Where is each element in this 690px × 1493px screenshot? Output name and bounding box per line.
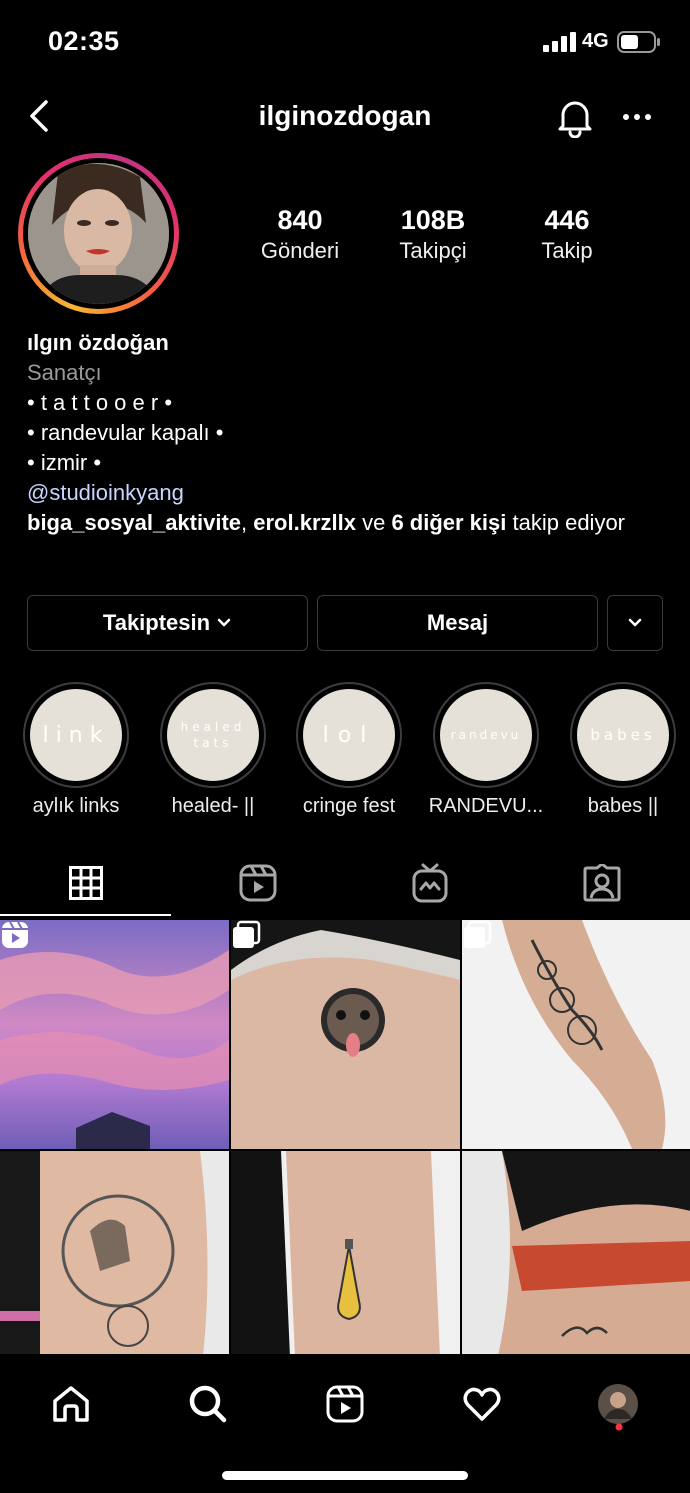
highlight-caption: healed- ||: [171, 795, 255, 817]
stat-label: Takip: [541, 238, 593, 263]
message-button[interactable]: Mesaj: [317, 595, 598, 651]
followed-by-text[interactable]: biga_sosyal_aktivite, erol.krzllx ve 6 d…: [27, 508, 667, 538]
tab-reels[interactable]: [172, 848, 344, 918]
chevron-down-icon: [217, 618, 231, 627]
nav-home[interactable]: [41, 1374, 101, 1434]
post-image-bottle-tattoo: [231, 1151, 460, 1380]
notification-dot: [615, 1423, 623, 1431]
grid-icon: [69, 866, 103, 900]
post-thumbnail[interactable]: [0, 1151, 229, 1380]
highlight-cover-text: babes: [590, 726, 656, 744]
profile-header: ilginozdogan: [0, 90, 690, 146]
highlight-cover-text: randevu: [450, 728, 522, 742]
post-image-deer-tattoo: [0, 1151, 229, 1380]
post-thumbnail[interactable]: [0, 920, 229, 1149]
stat-value: 840: [277, 205, 323, 235]
highlight-cover: link: [30, 689, 122, 781]
bio-line: • izmir •: [27, 450, 102, 475]
stat-value: 446: [544, 205, 590, 235]
bio-mention-link[interactable]: @studioinkyang: [27, 478, 667, 508]
highlight-cover-text: lol: [322, 722, 376, 748]
stat-label: Gönderi: [260, 238, 340, 263]
home-indicator: [222, 1471, 468, 1480]
reels-icon: [2, 921, 28, 948]
profile-bio: ılgın özdoğan Sanatçı • t a t t o o e r …: [27, 328, 667, 538]
post-image-pug-tattoo: [231, 920, 460, 1149]
tab-igtv[interactable]: [344, 848, 516, 918]
highlight-caption: aylık links: [32, 795, 120, 817]
followed-suffix: takip ediyor: [506, 510, 626, 535]
highlight-caption: babes ||: [587, 795, 659, 817]
stat-following[interactable]: 446 Takip: [502, 204, 632, 266]
tab-tagged[interactable]: [516, 848, 688, 918]
reels-icon: [239, 864, 277, 902]
following-button[interactable]: Takiptesin: [27, 595, 308, 651]
nav-search[interactable]: [178, 1374, 238, 1434]
bio-line: • randevular kapalı •: [27, 420, 224, 445]
highlight-item[interactable]: healed tats healed- ||: [160, 682, 266, 817]
network-type: 4G: [582, 30, 609, 52]
highlight-caption: RANDEVU...: [428, 795, 544, 817]
highlight-item[interactable]: link aylık links: [23, 682, 129, 817]
highlight-item[interactable]: lol cringe fest: [296, 682, 402, 817]
signal-icon: [543, 32, 576, 52]
active-tab-indicator: [0, 914, 171, 916]
post-image-floral-tattoo: [462, 920, 690, 1149]
heart-icon: [463, 1387, 501, 1421]
separator: ,: [241, 510, 254, 535]
highlight-cover: healed tats: [167, 689, 259, 781]
nav-reels[interactable]: [315, 1374, 375, 1434]
highlight-item[interactable]: babes babes ||: [570, 682, 676, 817]
more-horizontal-icon[interactable]: [618, 102, 656, 132]
post-thumbnail[interactable]: [231, 1151, 460, 1380]
avatar-photo: [28, 163, 169, 304]
home-icon: [53, 1386, 89, 1422]
highlight-cover-text: healed tats: [180, 720, 246, 750]
post-thumbnail[interactable]: [231, 920, 460, 1149]
post-thumbnail[interactable]: [462, 920, 690, 1149]
follower-name: erol.krzllx: [253, 510, 356, 535]
highlight-cover: lol: [303, 689, 395, 781]
carousel-icon: [233, 920, 261, 948]
avatar: [598, 1384, 638, 1424]
follower-name: biga_sosyal_aktivite: [27, 510, 242, 535]
status-bar: 02:35 4G: [0, 0, 690, 84]
profile-tabs: [0, 848, 690, 918]
others-count: 6 diğer kişi: [391, 510, 507, 535]
battery-icon: [617, 31, 660, 53]
post-image-wave-tattoo: [462, 1151, 690, 1380]
igtv-icon: [412, 863, 448, 903]
post-image-sky: [0, 920, 229, 1149]
stat-posts[interactable]: 840 Gönderi: [235, 204, 365, 266]
highlight-cover: babes: [577, 689, 669, 781]
stat-followers[interactable]: 108B Takipçi: [368, 204, 498, 266]
and-text: ve: [355, 510, 392, 535]
message-label: Mesaj: [426, 610, 489, 635]
stat-label: Takipçi: [399, 238, 467, 263]
highlight-cover-text: link: [42, 722, 110, 748]
highlight-cover: randevu: [440, 689, 532, 781]
tab-posts[interactable]: [0, 848, 172, 918]
status-time: 02:35: [48, 26, 120, 56]
bio-line: • t a t t o o e r •: [27, 390, 173, 415]
chevron-down-icon: [628, 618, 642, 627]
profile-avatar[interactable]: [18, 153, 179, 314]
display-name: ılgın özdoğan: [27, 330, 169, 355]
search-icon: [189, 1385, 227, 1423]
post-thumbnail[interactable]: [462, 1151, 690, 1380]
profile-category: Sanatçı: [27, 360, 102, 385]
carousel-icon: [464, 920, 492, 948]
following-label: Takiptesin: [102, 610, 211, 635]
tagged-icon: [583, 864, 621, 902]
bell-icon[interactable]: [554, 96, 596, 138]
suggested-accounts-button[interactable]: [607, 595, 663, 651]
stat-value: 108B: [400, 205, 466, 235]
highlight-caption: cringe fest: [302, 795, 396, 817]
highlight-item[interactable]: randevu RANDEVU...: [429, 682, 543, 817]
reels-icon: [326, 1385, 364, 1423]
nav-activity[interactable]: [452, 1374, 512, 1434]
